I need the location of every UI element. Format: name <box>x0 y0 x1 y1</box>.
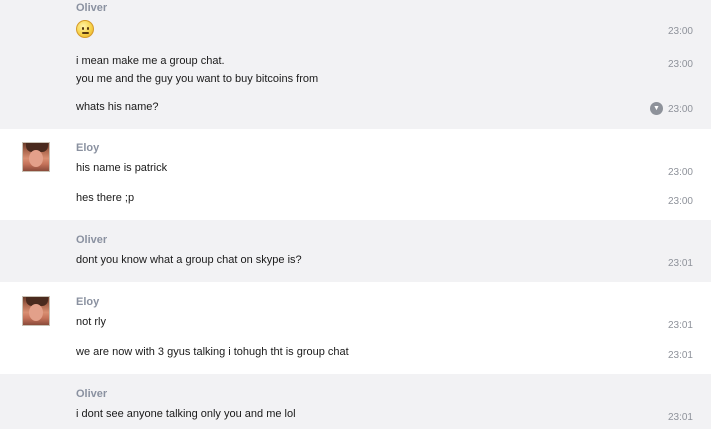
message-timestamp: 23:00 <box>667 26 693 37</box>
message-text: his name is patrick <box>76 162 168 174</box>
avatar[interactable] <box>22 296 50 326</box>
message-timestamp: 23:00 <box>667 104 693 115</box>
message-timestamp: 23:00 <box>667 167 693 178</box>
message-text: whats his name? <box>76 101 159 113</box>
message-group: Oliver dont you know what a group chat o… <box>0 220 711 282</box>
message-timestamp: 23:00 <box>667 59 693 70</box>
message-group: Oliver 23:00 i mean make me a group chat… <box>0 0 711 129</box>
message-menu-chevron-icon[interactable]: ▼ <box>650 102 663 115</box>
author-name[interactable]: Oliver <box>76 2 107 14</box>
author-name[interactable]: Oliver <box>76 234 107 246</box>
author-name[interactable]: Eloy <box>76 142 99 154</box>
message-timestamp: 23:01 <box>667 350 693 361</box>
message-group: Eloy his name is patrick 23:00 hes there… <box>0 129 711 220</box>
smiley-emoji-icon <box>76 20 94 38</box>
message-timestamp: 23:01 <box>667 320 693 331</box>
message-text: you me and the guy you want to buy bitco… <box>76 73 319 85</box>
message-text: not rly <box>76 316 106 328</box>
message-group: Oliver i dont see anyone talking only yo… <box>0 374 711 429</box>
message-text: i dont see anyone talking only you and m… <box>76 408 296 420</box>
message-text: dont you know what a group chat on skype… <box>76 254 302 266</box>
message-text: hes there ;p <box>76 192 135 204</box>
message-text: we are now with 3 gyus talking i tohugh … <box>76 346 349 358</box>
avatar[interactable] <box>22 142 50 172</box>
message-timestamp: 23:01 <box>667 258 693 269</box>
message-text: i mean make me a group chat. <box>76 55 225 67</box>
message-timestamp: 23:00 <box>667 196 693 207</box>
author-name[interactable]: Eloy <box>76 296 99 308</box>
message-timestamp: 23:01 <box>667 412 693 423</box>
author-name[interactable]: Oliver <box>76 388 107 400</box>
message-group: Eloy not rly 23:01 we are now with 3 gyu… <box>0 282 711 374</box>
